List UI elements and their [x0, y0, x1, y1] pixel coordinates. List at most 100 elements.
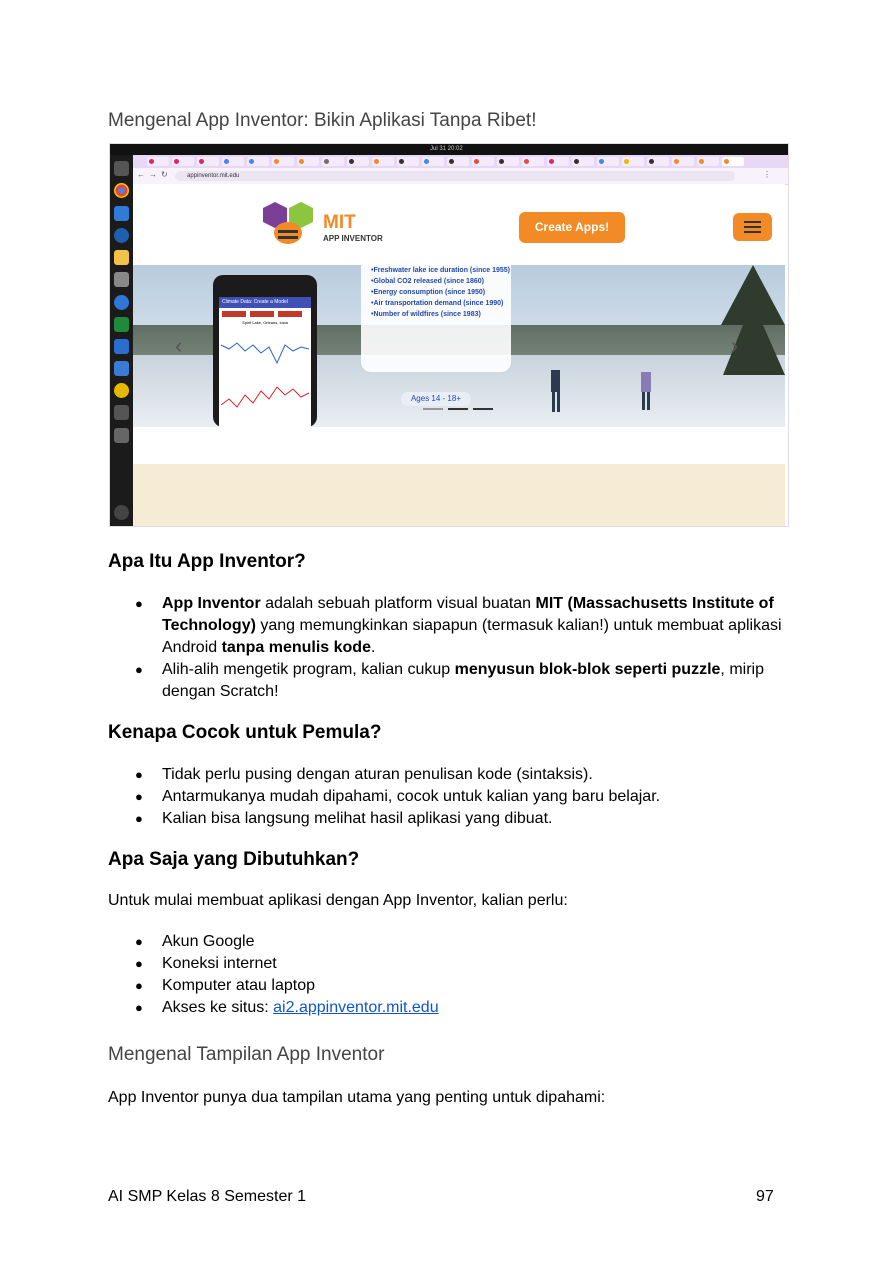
data-item: Number of wildfires (since 1983)	[371, 309, 511, 320]
browser-tab[interactable]	[622, 157, 644, 166]
why-list: Tidak perlu pusing dengan aturan penulis…	[108, 764, 798, 830]
os-dock	[110, 155, 133, 526]
needs-intro: Untuk mulai membuat aplikasi dengan App …	[108, 892, 568, 909]
list-item: Komputer atau laptop	[108, 975, 798, 997]
browser-tab[interactable]	[297, 157, 319, 166]
browser-tab-active[interactable]	[722, 157, 744, 166]
logo-title: MIT	[323, 212, 356, 233]
phone-app-title: Climate Data: Create a Model	[219, 297, 311, 308]
section-title-why: Kenapa Cocok untuk Pemula?	[108, 722, 382, 743]
browser-tab[interactable]	[597, 157, 619, 166]
list-item: Alih-alih mengetik program, kalian cukup…	[108, 659, 798, 703]
browser-tab[interactable]	[172, 157, 194, 166]
browser-tab[interactable]	[372, 157, 394, 166]
browser-address-bar: ← → ↻ appinventor.mit.edu ⋮	[133, 168, 788, 185]
footer-title: AI SMP Kelas 8 Semester 1	[108, 1188, 307, 1205]
needs-list: Akun Google Koneksi internet Komputer at…	[108, 931, 798, 1019]
carousel-dot[interactable]	[423, 408, 443, 410]
browser-tab[interactable]	[672, 157, 694, 166]
list-item: App Inventor adalah sebuah platform visu…	[108, 593, 798, 659]
data-item: Global CO2 released (since 1860)	[371, 276, 511, 287]
skaters-illustration	[551, 370, 651, 412]
notes-icon	[114, 250, 129, 265]
create-apps-button[interactable]: Create Apps!	[519, 212, 625, 243]
pine-tree-illustration	[721, 265, 785, 375]
files-icon	[114, 272, 129, 287]
view-intro: App Inventor punya dua tampilan utama ya…	[108, 1089, 606, 1106]
browser-tab[interactable]	[522, 157, 544, 166]
app-icon	[114, 383, 129, 398]
section-title-needs: Apa Saja yang Dibutuhkan?	[108, 849, 360, 870]
ages-badge: Ages 14 - 18+	[401, 392, 471, 406]
what-list: App Inventor adalah sebuah platform visu…	[108, 593, 798, 703]
back-icon[interactable]: ←	[137, 170, 145, 179]
phone-button	[278, 311, 302, 317]
chevron-left-icon[interactable]: ‹	[175, 333, 182, 359]
browser-tab[interactable]	[572, 157, 594, 166]
browser-tab[interactable]	[447, 157, 469, 166]
data-item: Air transportation demand (since 1990)	[371, 298, 511, 309]
more-icon[interactable]: ⋮	[763, 170, 771, 179]
url-input[interactable]: appinventor.mit.edu	[175, 171, 735, 181]
chevron-right-icon[interactable]: ›	[731, 333, 738, 359]
spreadsheet-icon	[114, 317, 129, 332]
bold-text: App Inventor	[162, 595, 261, 612]
browser-tab[interactable]	[472, 157, 494, 166]
bold-text: menyusun blok-blok seperti puzzle	[454, 661, 721, 678]
text: adalah sebuah platform visual buatan	[260, 595, 536, 612]
browser-tab[interactable]	[197, 157, 219, 166]
data-list-panel: Freshwater lake ice duration (since 1955…	[361, 265, 511, 372]
phone-chart-graphic	[220, 342, 310, 408]
chrome-icon	[114, 183, 129, 198]
browser-tab[interactable]	[147, 157, 169, 166]
list-item: Kalian bisa langsung melihat hasil aplik…	[108, 808, 798, 830]
site-link[interactable]: ai2.appinventor.mit.edu	[273, 999, 438, 1016]
browser-tab[interactable]	[697, 157, 719, 166]
browser-tab[interactable]	[247, 157, 269, 166]
carousel-dot[interactable]	[448, 408, 468, 410]
monitor-icon	[114, 206, 129, 221]
url-text: appinventor.mit.edu	[187, 173, 240, 179]
bold-text: tanpa menulis kode	[221, 639, 371, 656]
browser-tab[interactable]	[647, 157, 669, 166]
text: Alih-alih mengetik program, kalian cukup	[162, 661, 455, 678]
usb-icon	[114, 405, 129, 420]
thunderbird-icon	[114, 295, 129, 310]
browser-tab[interactable]	[347, 157, 369, 166]
list-item: Antarmukanya mudah dipahami, cocok untuk…	[108, 786, 798, 808]
browser-tab[interactable]	[272, 157, 294, 166]
carousel-dot[interactable]	[473, 408, 493, 410]
intro-heading: Mengenal App Inventor: Bikin Aplikasi Ta…	[108, 110, 537, 131]
document-icon	[114, 339, 129, 354]
clock: Jul 31 20:02	[430, 146, 463, 152]
data-item: Energy consumption (since 1950)	[371, 287, 511, 298]
apps-grid-icon	[114, 505, 129, 520]
list-item: Akun Google	[108, 931, 798, 953]
system-top-bar: Jul 31 20:02	[110, 144, 788, 155]
browser-tab[interactable]	[222, 157, 244, 166]
browser-tab-strip	[133, 155, 788, 168]
browser-tab[interactable]	[497, 157, 519, 166]
phone-button	[250, 311, 274, 317]
data-item: Freshwater lake ice duration (since 1955…	[371, 265, 511, 276]
text: .	[370, 639, 376, 656]
forward-icon[interactable]: →	[149, 170, 157, 179]
phone-screen: Climate Data: Create a Model Spirit Lake…	[219, 297, 311, 427]
browser-tab[interactable]	[422, 157, 444, 166]
browser-tab[interactable]	[397, 157, 419, 166]
logo-subtitle: APP INVENTOR	[323, 234, 383, 243]
editor-icon	[114, 361, 129, 376]
list-item: Akses ke situs: ai2.appinventor.mit.edu	[108, 997, 798, 1019]
mit-logo-icon	[263, 202, 313, 244]
beige-section	[133, 464, 785, 526]
list-item: Tidak perlu pusing dengan aturan penulis…	[108, 764, 798, 786]
hero-carousel: Climate Data: Create a Model Spirit Lake…	[133, 265, 785, 427]
phone-mockup: Climate Data: Create a Model Spirit Lake…	[213, 275, 317, 427]
hamburger-menu-icon[interactable]	[733, 213, 772, 241]
list-item: Koneksi internet	[108, 953, 798, 975]
browser-tab[interactable]	[547, 157, 569, 166]
browser-tab[interactable]	[322, 157, 344, 166]
page-number: 97	[756, 1188, 774, 1205]
app-inventor-website-screenshot: Jul 31 20:02 ← → ↻ appinventor.mit.edu ⋮…	[109, 143, 789, 527]
reload-icon[interactable]: ↻	[161, 170, 168, 179]
